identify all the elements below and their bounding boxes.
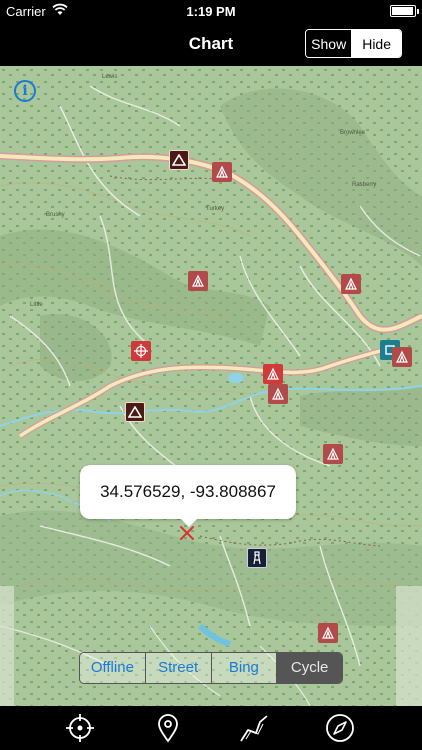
svg-text:Brushy: Brushy xyxy=(46,212,65,218)
layer-cycle-button[interactable]: Cycle xyxy=(277,653,342,683)
map-layer-selector: Offline Street Bing Cycle xyxy=(79,652,343,684)
info-icon[interactable]: i xyxy=(14,80,36,102)
locate-me-icon[interactable] xyxy=(64,712,96,744)
svg-text:Turkey: Turkey xyxy=(206,206,224,212)
campground-icon[interactable] xyxy=(263,364,283,384)
show-button[interactable]: Show xyxy=(306,30,353,57)
campground-icon[interactable] xyxy=(341,274,361,294)
mountain-peak-icon[interactable] xyxy=(169,150,189,170)
crosshair-icon[interactable] xyxy=(131,341,151,361)
campground-icon[interactable] xyxy=(392,347,412,367)
layer-offline-button[interactable]: Offline xyxy=(80,653,146,683)
svg-text:Brownlee: Brownlee xyxy=(340,130,366,136)
navigation-bar: Chart Show Hide xyxy=(0,22,422,66)
compass-icon[interactable] xyxy=(324,712,356,744)
show-hide-toggle: Show Hide xyxy=(305,29,402,58)
x-marker-icon[interactable] xyxy=(178,524,196,542)
battery-icon xyxy=(390,5,419,17)
campground-icon[interactable] xyxy=(212,162,232,182)
location-pin-icon[interactable] xyxy=(152,712,184,744)
campground-icon[interactable] xyxy=(188,271,208,291)
campground-icon[interactable] xyxy=(318,623,338,643)
tower-icon[interactable] xyxy=(247,548,267,568)
bottom-toolbar xyxy=(0,706,422,750)
campground-icon[interactable] xyxy=(268,384,288,404)
map-terrain: Lewis Brownlee Brushy Turkey Little Rasb… xyxy=(0,66,422,706)
clock: 1:19 PM xyxy=(186,4,236,19)
coordinates-label: 34.576529, -93.808867 xyxy=(100,482,276,501)
campground-icon[interactable] xyxy=(323,444,343,464)
layer-street-button[interactable]: Street xyxy=(146,653,212,683)
track-path-icon[interactable] xyxy=(238,712,270,744)
svg-text:Little: Little xyxy=(30,302,43,308)
mountain-peak-icon[interactable] xyxy=(125,402,145,422)
status-bar: Carrier 1:19 PM xyxy=(0,0,422,22)
hide-button[interactable]: Hide xyxy=(352,30,401,57)
coordinate-callout[interactable]: 34.576529, -93.808867 xyxy=(80,465,296,527)
svg-text:Rasberry: Rasberry xyxy=(352,182,376,188)
layer-bing-button[interactable]: Bing xyxy=(212,653,278,683)
topographic-map[interactable]: Lewis Brownlee Brushy Turkey Little Rasb… xyxy=(0,66,422,706)
svg-text:Lewis: Lewis xyxy=(102,74,117,80)
